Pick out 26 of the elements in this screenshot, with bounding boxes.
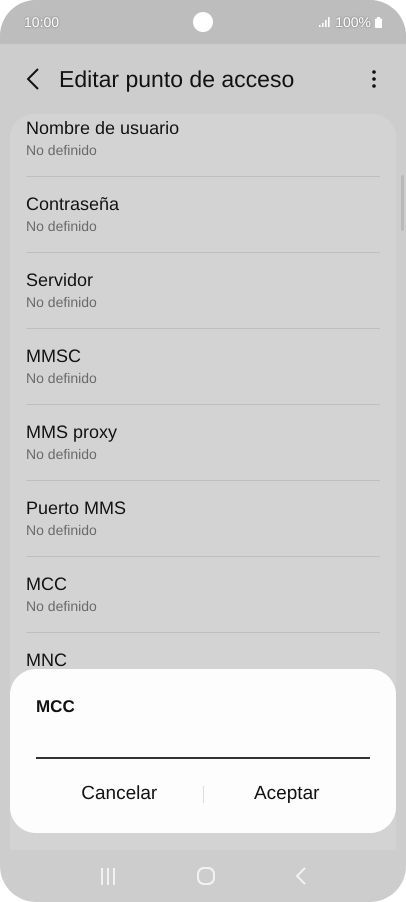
setting-value: No definido xyxy=(26,369,98,388)
setting-value: No definido xyxy=(26,217,98,236)
setting-title[interactable]: Contraseña xyxy=(26,192,380,216)
camera-dot xyxy=(193,12,213,32)
setting-title[interactable]: Servidor xyxy=(26,268,380,292)
setting-title[interactable]: MCC xyxy=(26,572,380,596)
setting-title[interactable]: MNC xyxy=(26,648,380,672)
more-options-icon[interactable] xyxy=(372,70,376,88)
battery-icon xyxy=(375,16,382,28)
setting-value: No definido xyxy=(26,141,98,160)
signal-icon xyxy=(319,17,332,27)
back-icon[interactable] xyxy=(27,68,39,90)
dialog-button[interactable]: Aceptar xyxy=(204,775,370,813)
setting-value: No definido xyxy=(26,597,98,616)
setting-title[interactable]: MMSC xyxy=(26,344,380,368)
setting-title[interactable]: MMS proxy xyxy=(26,420,380,444)
setting-title[interactable]: Nombre de usuario xyxy=(26,116,380,140)
setting-title[interactable]: Puerto MMS xyxy=(26,496,380,520)
page-title: Editar punto de acceso xyxy=(59,66,296,92)
status-time: 10:00 xyxy=(24,14,60,30)
dialog-button[interactable]: Cancelar xyxy=(36,775,202,813)
setting-value: No definido xyxy=(26,521,98,540)
setting-value: No definido xyxy=(26,293,98,312)
battery-level: 100% xyxy=(335,14,371,30)
setting-value: No definido xyxy=(26,445,98,464)
dialog-title: MCC xyxy=(36,697,76,717)
